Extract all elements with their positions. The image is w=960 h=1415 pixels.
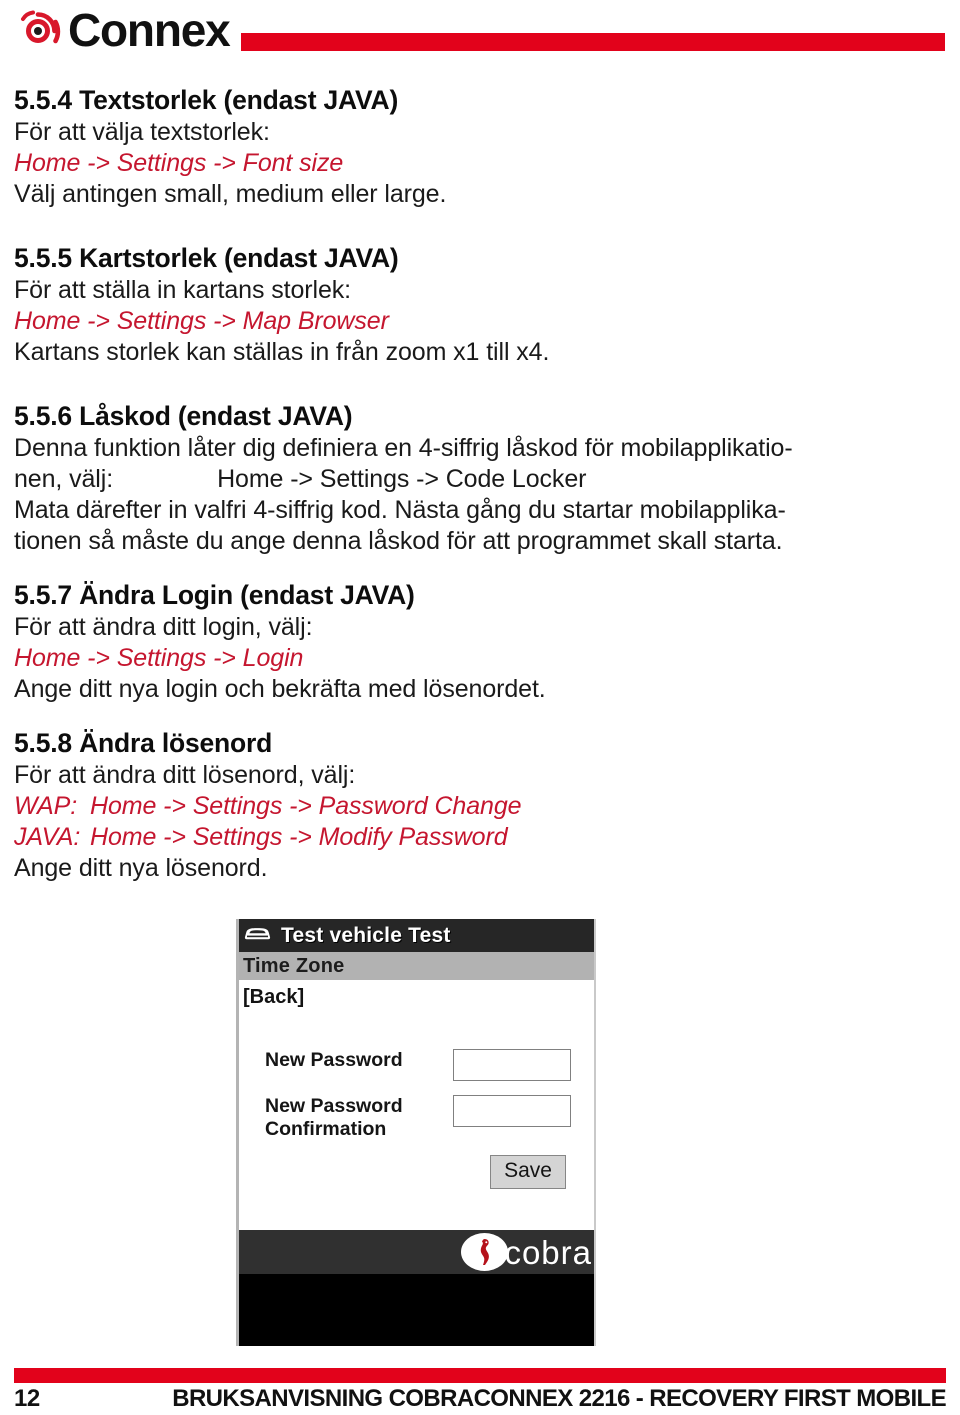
section-556-outro-line1: Mata därefter in valfri 4-siffrig kod. N… (14, 496, 786, 524)
header-accent-bar (241, 33, 945, 51)
save-button[interactable]: Save (490, 1155, 566, 1189)
screenshot-subbar: Time Zone (239, 952, 594, 980)
section-557-path: Home -> Settings -> Login (14, 644, 304, 672)
section-556-intro-line2-prefix: nen, välj: (14, 465, 114, 493)
connex-logo: Connex (14, 4, 231, 56)
section-554-path: Home -> Settings -> Font size (14, 149, 344, 177)
cobra-brand-bar: cobra (239, 1230, 594, 1274)
connex-spiral-logo-icon (14, 4, 66, 56)
screenshot-black-area (239, 1274, 594, 1346)
new-password-confirmation-label: New Password Confirmation (265, 1095, 403, 1140)
password-form: New Password New Password Confirmation (239, 1049, 594, 1141)
screenshot-titlebar: Test vehicle Test (239, 919, 594, 952)
section-556-path: Home -> Settings -> Code Locker (217, 465, 587, 493)
section-heading-556: 5.5.6 Låskod (endast JAVA) (14, 401, 353, 431)
footer-accent-bar (14, 1368, 946, 1383)
cobra-wordmark: cobra (504, 1233, 592, 1271)
section-556-outro-line2: tionen så måste du ange denna låskod för… (14, 527, 783, 555)
section-heading-554: 5.5.4 Textstorlek (endast JAVA) (14, 85, 399, 115)
field-row-new-password-confirmation: New Password Confirmation (239, 1095, 594, 1141)
section-heading-558: 5.5.8 Ändra lösenord (14, 728, 273, 758)
footer-title: BRUKSANVISNING COBRACONNEX 2216 - RECOVE… (172, 1385, 946, 1412)
cobra-snake-icon (461, 1233, 509, 1271)
section-555-outro: Kartans storlek kan ställas in från zoom… (14, 338, 550, 366)
section-558-path-java: JAVA: Home -> Settings -> Modify Password (14, 822, 946, 853)
section-heading-557: 5.5.7 Ändra Login (endast JAVA) (14, 580, 415, 610)
section-558-intro: För att ändra ditt lösenord, välj: (14, 761, 356, 789)
document-page: Connex 5.5.4 Textstorlek (endast JAVA) F… (0, 0, 960, 1415)
section-558-java-path: Home -> Settings -> Modify Password (90, 823, 508, 851)
car-icon (243, 922, 272, 949)
document-content: 5.5.4 Textstorlek (endast JAVA) För att … (14, 84, 946, 884)
section-555-intro: För att ställa in kartans storlek: (14, 276, 352, 304)
time-zone-label: Time Zone (243, 954, 345, 977)
new-password-input[interactable] (453, 1049, 571, 1081)
section-558-outro: Ange ditt nya lösenord. (14, 854, 268, 882)
logo-wordmark: Connex (68, 4, 231, 56)
section-558-java-prefix: JAVA: (14, 823, 81, 851)
section-554-intro: För att välja textstorlek: (14, 118, 270, 146)
screenshot-body: [Back] New Password New Password Confirm… (239, 980, 594, 1230)
section-555-path: Home -> Settings -> Map Browser (14, 307, 389, 335)
save-row: Save (239, 1155, 594, 1189)
section-556-intro-line1: Denna funktion låter dig definiera en 4-… (14, 434, 793, 462)
back-link[interactable]: [Back] (239, 986, 594, 1009)
screenshot-title: Test vehicle Test (281, 923, 451, 947)
new-password-confirmation-input[interactable] (453, 1095, 571, 1127)
page-header: Connex (0, 0, 960, 78)
page-number: 12 (14, 1385, 40, 1412)
mobile-app-screenshot: Test vehicle Test Time Zone [Back] New P… (236, 919, 596, 1346)
section-557-outro: Ange ditt nya login och bekräfta med lös… (14, 675, 546, 703)
section-556-intro-line2: nen, välj: Home -> Settings -> Code Locke… (14, 464, 946, 495)
section-554-outro: Välj antingen small, medium eller large. (14, 180, 447, 208)
section-558-path-wap: WAP: Home -> Settings -> Password Change (14, 791, 946, 822)
section-558-wap-path: Home -> Settings -> Password Change (90, 792, 522, 820)
field-row-new-password: New Password (239, 1049, 594, 1081)
section-557-intro: För att ändra ditt login, välj: (14, 613, 313, 641)
section-heading-555: 5.5.5 Kartstorlek (endast JAVA) (14, 243, 399, 273)
new-password-label: New Password (265, 1049, 403, 1071)
section-558-wap-prefix: WAP: (14, 792, 78, 820)
